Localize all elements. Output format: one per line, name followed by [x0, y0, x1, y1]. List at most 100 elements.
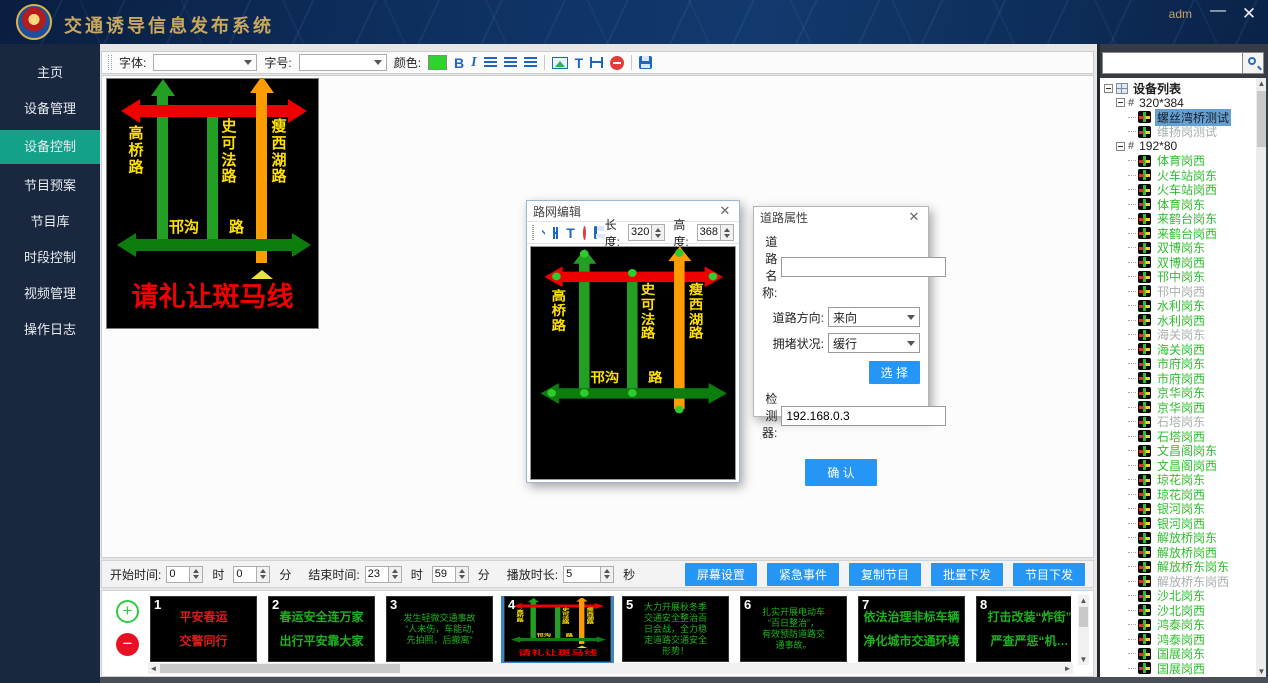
save-icon[interactable]	[639, 56, 652, 69]
end-hour-value[interactable]: 23	[365, 566, 389, 583]
road-bar-green-middle[interactable]	[207, 105, 218, 247]
road-arrowhead-green-left[interactable]	[151, 79, 175, 96]
program-vertical-scrollbar[interactable]: ▲ ▼	[1078, 595, 1089, 665]
road-label-bottom-right[interactable]: 路	[229, 216, 244, 237]
stepper-arrows[interactable]	[456, 566, 469, 583]
road-bar-green-middle[interactable]	[555, 605, 560, 641]
schedule-action-button[interactable]: 节目下发	[1013, 563, 1085, 586]
road-label-bottom-right[interactable]: 路	[566, 632, 573, 637]
end-hour-stepper[interactable]: 23	[365, 566, 402, 583]
end-minute-value[interactable]: 59	[432, 566, 456, 583]
start-hour-stepper[interactable]: 0	[166, 566, 203, 583]
dialog-titlebar[interactable]: 路网编辑 ✕	[527, 201, 739, 221]
italic-button[interactable]: I	[471, 55, 476, 71]
device-row[interactable]: 国展岗西	[1104, 661, 1256, 676]
scroll-right-arrow[interactable]: ►	[1062, 663, 1073, 674]
tree-expand-toggle[interactable]	[1116, 98, 1125, 107]
program-thumbnail[interactable]: 5 大力开展秋冬季交通安全整治百日会战，全力稳定道路交通安全形势！	[622, 596, 729, 662]
road-label-middle[interactable]: 史可法路	[221, 119, 237, 186]
edit-handle-dot[interactable]	[580, 389, 589, 397]
program-thumbnail[interactable]: 3 发生轻微交通事故“人未伤，车能动,先拍照，后撤离”	[386, 596, 493, 662]
close-icon[interactable]: ✕	[906, 209, 922, 225]
font-family-dropdown[interactable]	[153, 54, 257, 71]
edit-handle-dot[interactable]	[552, 272, 561, 280]
roadnet-edit-canvas[interactable]: 高桥路 史可法路 瘦西湖路 邗沟 路	[530, 246, 736, 480]
tree-scrollbar[interactable]: ▲ ▼	[1256, 78, 1266, 677]
minimize-button[interactable]: —	[1208, 2, 1228, 20]
save-icon[interactable]	[594, 226, 597, 239]
sidebar-item[interactable]: 设备控制	[0, 130, 100, 164]
led-sign-preview[interactable]: 高桥路 史可法路 瘦西湖路 邗沟 路 请礼让斑马线	[106, 78, 319, 329]
height-stepper[interactable]: 368	[697, 224, 734, 241]
edit-handle-dot[interactable]	[675, 406, 684, 414]
road-label-bottom-left[interactable]: 邗沟	[591, 368, 620, 386]
road-label-left[interactable]: 高桥路	[128, 126, 144, 176]
close-button[interactable]: ✕	[1238, 4, 1260, 24]
duration-stepper[interactable]: 5	[563, 566, 614, 583]
road-network-drawing[interactable]: 高桥路 史可法路 瘦西湖路 邗沟 路	[506, 598, 609, 648]
road-label-left[interactable]: 高桥路	[516, 610, 524, 623]
stepper-arrows[interactable]	[389, 566, 402, 583]
road-arrowhead-orange[interactable]	[576, 598, 588, 602]
road-label-bottom-right[interactable]: 路	[648, 368, 662, 386]
device-tree-root[interactable]: 设备列表	[1104, 81, 1256, 96]
road-arrowhead-red-right[interactable]	[288, 99, 307, 123]
scrollbar-thumb[interactable]	[1257, 91, 1266, 147]
road-arrowhead-green-left[interactable]	[528, 598, 540, 602]
edit-canvas[interactable]: 高桥路 史可法路 瘦西湖路 邗沟 路 请礼让斑马线 路网编辑 ✕ T	[101, 75, 1094, 558]
scroll-down-arrow[interactable]: ▼	[1078, 654, 1089, 665]
scroll-left-arrow[interactable]: ◄	[148, 663, 159, 674]
search-button[interactable]	[1243, 52, 1264, 74]
text-tool-button[interactable]: T	[575, 55, 584, 71]
scroll-down-arrow[interactable]: ▼	[1256, 666, 1267, 677]
delete-icon[interactable]	[583, 226, 586, 240]
scroll-up-arrow[interactable]: ▲	[1256, 78, 1267, 89]
program-thumbnail[interactable]: 4 高桥路 史可法路 瘦西湖路 邗沟 路 请礼让斑马线	[504, 596, 611, 662]
sidebar-item[interactable]: 操作日志	[0, 315, 100, 344]
sidebar-item[interactable]: 节目库	[0, 207, 100, 236]
road-arrow-orange[interactable]	[674, 260, 685, 409]
road-arrowhead-green-bottom-right[interactable]	[597, 637, 606, 643]
align-right-icon[interactable]	[524, 57, 537, 68]
edit-handle-dot[interactable]	[628, 389, 637, 397]
road-label-right[interactable]: 瘦西湖路	[586, 608, 594, 625]
road-bar-green-middle[interactable]	[627, 272, 638, 396]
road-arrowhead-green-bottom-right[interactable]	[709, 383, 727, 404]
device-search-input[interactable]	[1102, 52, 1243, 74]
duration-value[interactable]: 5	[563, 566, 601, 583]
schedule-action-button[interactable]: 批量下发	[931, 563, 1003, 586]
scroll-up-arrow[interactable]: ▲	[1078, 595, 1089, 606]
road-label-bottom-left[interactable]: 邗沟	[169, 216, 199, 237]
stepper-arrows[interactable]	[257, 566, 270, 583]
schedule-action-button[interactable]: 屏幕设置	[685, 563, 757, 586]
road-arrowhead-green-bottom-right[interactable]	[292, 233, 311, 257]
scrollbar-thumb[interactable]	[1079, 607, 1088, 627]
edit-handle-dot[interactable]	[628, 269, 637, 277]
led-bottom-text[interactable]: 请礼让斑马线	[107, 284, 318, 311]
road-label-left[interactable]: 高桥路	[551, 290, 566, 334]
length-value[interactable]: 320	[628, 224, 652, 241]
stepper-arrows[interactable]	[652, 224, 665, 241]
draw-line-icon[interactable]	[542, 226, 545, 239]
schedule-action-button[interactable]: 复制节目	[849, 563, 921, 586]
align-center-icon[interactable]	[504, 57, 517, 68]
road-arrowhead-red-left[interactable]	[121, 99, 140, 123]
stepper-arrows[interactable]	[721, 224, 734, 241]
road-arrow-green-bottom[interactable]	[135, 239, 293, 251]
road-arrowhead-red-right[interactable]	[595, 603, 604, 609]
road-label-bottom-left[interactable]: 邗沟	[536, 632, 551, 637]
device-group-label[interactable]: 320*384	[1137, 96, 1186, 110]
add-program-button[interactable]: +	[116, 600, 139, 623]
road-network-drawing[interactable]: 高桥路 史可法路 瘦西湖路 邗沟 路	[107, 79, 318, 279]
text-tool-button[interactable]: T	[566, 225, 575, 241]
end-minute-stepper[interactable]: 59	[432, 566, 469, 583]
device-group-label[interactable]: 192*80	[1137, 139, 1179, 153]
start-hour-value[interactable]: 0	[166, 566, 190, 583]
bold-button[interactable]: B	[454, 55, 464, 71]
edit-handle-dot[interactable]	[547, 389, 556, 397]
edit-handle-dot[interactable]	[580, 250, 589, 258]
road-network-drawing[interactable]: 高桥路 史可法路 瘦西湖路 邗沟 路	[531, 249, 734, 423]
stepper-arrows[interactable]	[601, 566, 614, 583]
edit-handle-dot[interactable]	[709, 272, 718, 280]
sidebar-item[interactable]: 视频管理	[0, 279, 100, 308]
